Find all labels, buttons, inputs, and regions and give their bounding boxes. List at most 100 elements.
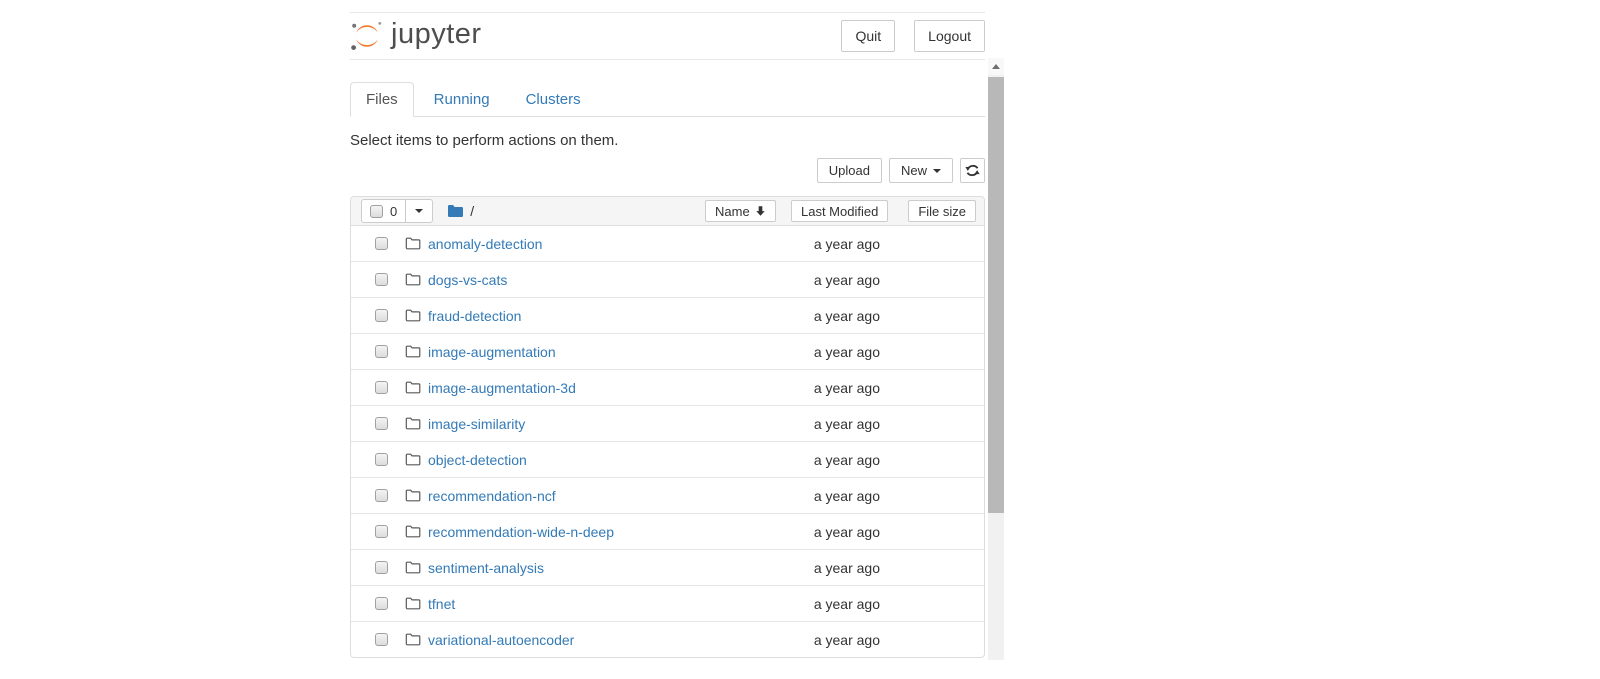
file-toolbar: Upload New: [350, 158, 985, 183]
file-name-link[interactable]: image-augmentation-3d: [428, 380, 576, 396]
file-name-link[interactable]: fraud-detection: [428, 308, 521, 324]
folder-outline-icon: [405, 381, 421, 394]
table-row: tfnet a year ago: [351, 586, 984, 622]
jupyter-logo-icon: [350, 19, 384, 53]
page: jupyter Quit Logout Files Running Cluste…: [0, 0, 1600, 679]
upload-button[interactable]: Upload: [817, 158, 882, 183]
table-row: image-augmentation-3d a year ago: [351, 370, 984, 406]
file-name-link[interactable]: object-detection: [428, 452, 527, 468]
select-dropdown-button[interactable]: [406, 199, 433, 223]
file-modified: a year ago: [814, 524, 880, 540]
chevron-down-icon: [933, 169, 941, 173]
table-row: fraud-detection a year ago: [351, 298, 984, 334]
sort-name-button[interactable]: Name: [705, 200, 776, 222]
file-modified: a year ago: [814, 416, 880, 432]
row-checkbox[interactable]: [375, 561, 388, 574]
table-row: recommendation-ncf a year ago: [351, 478, 984, 514]
scrollbar-thumb[interactable]: [988, 77, 1004, 513]
file-name-link[interactable]: recommendation-ncf: [428, 488, 556, 504]
folder-outline-icon: [405, 273, 421, 286]
table-row: image-augmentation a year ago: [351, 334, 984, 370]
row-checkbox[interactable]: [375, 237, 388, 250]
sort-name-label: Name: [715, 204, 750, 219]
file-modified: a year ago: [814, 380, 880, 396]
vertical-scrollbar[interactable]: [988, 58, 1004, 660]
folder-outline-icon: [405, 633, 421, 646]
file-modified: a year ago: [814, 344, 880, 360]
quit-button[interactable]: Quit: [841, 20, 895, 52]
folder-solid-icon[interactable]: [447, 204, 464, 218]
tab-running[interactable]: Running: [418, 82, 506, 117]
tab-bar: Files Running Clusters: [350, 82, 985, 117]
file-modified: a year ago: [814, 308, 880, 324]
table-row: recommendation-wide-n-deep a year ago: [351, 514, 984, 550]
row-checkbox[interactable]: [375, 453, 388, 466]
selected-count: 0: [390, 204, 397, 219]
triangle-up-icon: [992, 64, 1000, 69]
file-modified: a year ago: [814, 596, 880, 612]
table-row: variational-autoencoder a year ago: [351, 622, 984, 657]
logo-wordmark: jupyter: [391, 20, 482, 53]
row-checkbox[interactable]: [375, 633, 388, 646]
new-dropdown-label: New: [901, 163, 927, 178]
file-modified: a year ago: [814, 560, 880, 576]
table-row: sentiment-analysis a year ago: [351, 550, 984, 586]
jupyter-app: jupyter Quit Logout Files Running Cluste…: [350, 12, 985, 658]
table-row: dogs-vs-cats a year ago: [351, 262, 984, 298]
row-checkbox[interactable]: [375, 345, 388, 358]
folder-outline-icon: [405, 453, 421, 466]
file-modified: a year ago: [814, 236, 880, 252]
folder-outline-icon: [405, 561, 421, 574]
list-header-row: 0 / Name: [351, 197, 984, 226]
folder-outline-icon: [405, 597, 421, 610]
folder-outline-icon: [405, 345, 421, 358]
file-name-link[interactable]: recommendation-wide-n-deep: [428, 524, 614, 540]
file-name-link[interactable]: variational-autoencoder: [428, 632, 574, 648]
refresh-button[interactable]: [960, 158, 985, 183]
file-name-link[interactable]: image-similarity: [428, 416, 525, 432]
row-checkbox[interactable]: [375, 597, 388, 610]
file-name-link[interactable]: dogs-vs-cats: [428, 272, 507, 288]
file-modified: a year ago: [814, 272, 880, 288]
sort-file-size-button[interactable]: File size: [908, 200, 976, 222]
tab-files[interactable]: Files: [350, 82, 414, 117]
folder-outline-icon: [405, 489, 421, 502]
file-name-link[interactable]: anomaly-detection: [428, 236, 542, 252]
row-checkbox[interactable]: [375, 381, 388, 394]
folder-outline-icon: [405, 237, 421, 250]
breadcrumb: /: [447, 203, 474, 219]
table-row: object-detection a year ago: [351, 442, 984, 478]
file-modified: a year ago: [814, 452, 880, 468]
jupyter-logo[interactable]: jupyter: [350, 19, 482, 53]
refresh-icon: [965, 163, 980, 178]
folder-outline-icon: [405, 309, 421, 322]
new-dropdown-button[interactable]: New: [889, 158, 953, 183]
tab-clusters[interactable]: Clusters: [510, 82, 597, 117]
select-all-checkbox[interactable]: [370, 205, 383, 218]
file-list: anomaly-detection a year ago dogs-vs-cat…: [351, 226, 984, 657]
file-name-link[interactable]: sentiment-analysis: [428, 560, 544, 576]
row-checkbox[interactable]: [375, 273, 388, 286]
sort-last-modified-button[interactable]: Last Modified: [791, 200, 888, 222]
select-all-segment: 0: [361, 199, 406, 223]
header-buttons: Quit Logout: [841, 20, 985, 52]
file-modified: a year ago: [814, 632, 880, 648]
select-items-message: Select items to perform actions on them.: [350, 132, 985, 149]
folder-outline-icon: [405, 417, 421, 430]
site-header: jupyter Quit Logout: [350, 12, 985, 60]
breadcrumb-path: /: [470, 203, 474, 219]
row-checkbox[interactable]: [375, 309, 388, 322]
logout-button[interactable]: Logout: [914, 20, 985, 52]
chevron-down-icon: [415, 209, 423, 213]
file-name-link[interactable]: image-augmentation: [428, 344, 556, 360]
row-checkbox[interactable]: [375, 417, 388, 430]
notebook-list: 0 / Name: [350, 196, 985, 658]
select-all-group: 0: [361, 199, 433, 223]
row-checkbox[interactable]: [375, 525, 388, 538]
row-checkbox[interactable]: [375, 489, 388, 502]
scrollbar-up-button[interactable]: [988, 58, 1004, 75]
folder-outline-icon: [405, 525, 421, 538]
file-name-link[interactable]: tfnet: [428, 596, 455, 612]
table-row: anomaly-detection a year ago: [351, 226, 984, 262]
file-modified: a year ago: [814, 488, 880, 504]
